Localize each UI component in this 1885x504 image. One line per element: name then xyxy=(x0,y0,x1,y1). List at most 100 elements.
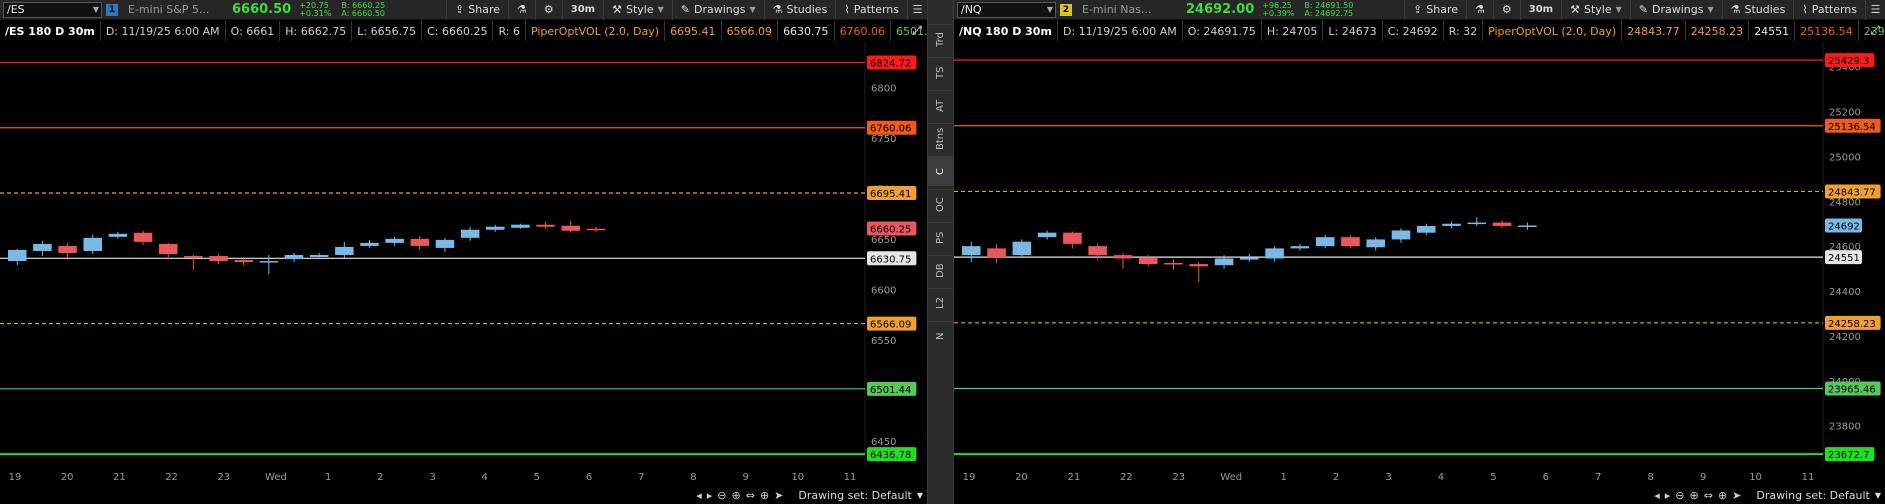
chevron-down-icon: ▼ xyxy=(92,5,99,14)
candle-body xyxy=(335,246,354,256)
level-label: 6695.41 xyxy=(870,189,911,200)
share-button[interactable]: ⇪ Share xyxy=(1404,0,1466,20)
level-label: 25136.54 xyxy=(1828,122,1876,133)
candle-body xyxy=(1290,246,1310,249)
zoom-in-icon[interactable]: ⊕ xyxy=(1690,489,1699,502)
side-tab-at[interactable]: AT xyxy=(928,90,953,120)
drawing-set-label[interactable]: Drawing set: Default xyxy=(798,489,911,502)
side-tab-oc[interactable]: OC xyxy=(928,189,953,219)
style-button-label: Style xyxy=(625,3,654,16)
scroll-right-icon[interactable]: ▸ xyxy=(707,489,713,502)
pan-icon[interactable]: ⇔ xyxy=(1704,489,1713,502)
time-tick-label: 10 xyxy=(791,472,804,483)
style-button[interactable]: ⚒ Style ▼ xyxy=(1561,0,1630,20)
drawings-button-label: Drawings xyxy=(1651,3,1704,16)
bar-open: O: 24691.75 xyxy=(1183,21,1262,41)
bar-date: D: 11/19/25 6:00 AM xyxy=(1058,21,1183,41)
cursor-icon[interactable]: ➤ xyxy=(774,489,783,502)
instrument-description: E-mini Nas... xyxy=(1082,3,1152,16)
interval-button[interactable]: 30m xyxy=(1519,0,1561,20)
toolbar: /ES ▼ 1 E-mini S&P 5... 6660.50 +20.75 +0.31% B… xyxy=(0,0,927,20)
beaker-button[interactable]: ⚗ xyxy=(508,0,535,20)
drawings-button[interactable]: ✎ Drawings ▼ xyxy=(671,0,764,20)
patterns-button[interactable]: ⌇ Patterns xyxy=(835,0,907,20)
drawing-set-label[interactable]: Drawing set: Default xyxy=(1756,489,1869,502)
side-tab-db[interactable]: DB xyxy=(928,255,953,285)
candle-body xyxy=(133,232,153,242)
menu-icon[interactable]: ☰ xyxy=(1865,0,1885,20)
flask-icon: ⚗ xyxy=(772,3,783,16)
settings-button[interactable]: ⚙ xyxy=(1492,0,1520,20)
symbol-selector[interactable]: /NQ ▼ xyxy=(957,1,1056,18)
candle-body xyxy=(184,256,203,258)
settings-button[interactable]: ⚙ xyxy=(534,0,562,20)
candle-body xyxy=(1037,232,1057,238)
flask-icon: ⚗ xyxy=(1730,3,1741,16)
level-label: 24258.23 xyxy=(1828,319,1876,330)
candle-body xyxy=(158,243,178,254)
cursor-icon[interactable]: ➤ xyxy=(1732,489,1741,502)
patterns-button[interactable]: ⌇ Patterns xyxy=(1793,0,1865,20)
scroll-right-icon[interactable]: ▸ xyxy=(1665,489,1671,502)
menu-icon[interactable]: ☰ xyxy=(907,0,927,20)
scroll-left-icon[interactable]: ◂ xyxy=(696,489,702,502)
zoom-in-icon[interactable]: ⊕ xyxy=(732,489,741,502)
bid-ask: B: 24691.50 A: 24692.75 xyxy=(1304,1,1353,18)
crosshair-icon[interactable]: ⊕ xyxy=(760,489,769,502)
chevron-down-icon[interactable]: ▼ xyxy=(917,491,923,500)
app-root: /ES ▼ 1 E-mini S&P 5... 6660.50 +20.75 +0.31% B… xyxy=(0,0,1885,504)
chart-header: /ES 180 D 30m D: 11/19/25 6:00 AM O: 6661 H… xyxy=(0,21,948,41)
share-button-label: Share xyxy=(468,3,500,16)
candle-body xyxy=(360,242,379,246)
chevron-down-icon: ▼ xyxy=(1707,5,1714,14)
scroll-left-icon[interactable]: ◂ xyxy=(1654,489,1660,502)
side-tab-l2[interactable]: L2 xyxy=(928,288,953,318)
side-tab-ps[interactable]: PS xyxy=(928,222,953,252)
side-tab-btns[interactable]: Btns xyxy=(928,123,953,153)
link-group-badge[interactable]: 1 xyxy=(106,3,118,16)
interval-button[interactable]: 30m xyxy=(561,0,603,20)
level-label: 6824.72 xyxy=(870,58,911,69)
side-tab-c[interactable]: C xyxy=(928,156,953,186)
beaker-button[interactable]: ⚗ xyxy=(1466,0,1493,20)
candle-body xyxy=(1012,241,1032,256)
price-tick-label: 25000 xyxy=(1829,152,1861,163)
study-value: 24551 xyxy=(1749,21,1796,41)
zoom-out-icon[interactable]: ⊖ xyxy=(717,489,726,502)
candle-body xyxy=(1240,257,1259,260)
pan-icon[interactable]: ⇔ xyxy=(746,489,755,502)
price-chart[interactable]: 2540025200250002480024600244002420024000… xyxy=(954,42,1885,486)
price-tick-label: 23800 xyxy=(1829,422,1861,433)
studies-button[interactable]: ⚗ Studies xyxy=(1721,0,1794,20)
candle-body xyxy=(1164,262,1183,265)
net-change: +96.25 +0.39% xyxy=(1262,1,1294,18)
share-icon: ⇪ xyxy=(455,3,465,16)
time-tick-label: 23 xyxy=(217,472,230,483)
style-button[interactable]: ⚒ Style ▼ xyxy=(603,0,672,20)
price-chart[interactable]: 680067506700665066006550650064506824.726… xyxy=(0,42,927,486)
candle-body xyxy=(1113,255,1133,259)
study-value: 25136.54 xyxy=(1795,21,1859,41)
chevron-down-icon: ▼ xyxy=(749,5,756,14)
drawings-button[interactable]: ✎ Drawings ▼ xyxy=(1629,0,1722,20)
side-tab-n[interactable]: N xyxy=(928,321,953,351)
patterns-button-label: Patterns xyxy=(853,3,899,16)
link-group-badge[interactable]: 2 xyxy=(1060,3,1072,16)
side-tab-trd[interactable]: Trd xyxy=(928,24,953,54)
share-button[interactable]: ⇪ Share xyxy=(446,0,508,20)
zoom-out-icon[interactable]: ⊖ xyxy=(1675,489,1684,502)
symbol-selector[interactable]: /ES ▼ xyxy=(3,1,102,18)
crosshair-icon[interactable]: ⊕ xyxy=(1718,489,1727,502)
time-tick-label: 8 xyxy=(1648,472,1654,483)
studies-button[interactable]: ⚗ Studies xyxy=(763,0,836,20)
candle-body xyxy=(1189,264,1209,267)
gear-icon: ⚙ xyxy=(1501,3,1512,16)
chevron-down-icon[interactable]: ▼ xyxy=(1875,491,1881,500)
chart-expand-icon[interactable]: ⤢ xyxy=(909,22,925,38)
time-tick-label: 9 xyxy=(742,472,748,483)
study-value: 6566.09 xyxy=(722,21,779,41)
side-tab-ts[interactable]: TS xyxy=(928,57,953,87)
chart-expand-icon[interactable]: ⤢ xyxy=(1867,22,1883,38)
price-tick-label: 24800 xyxy=(1829,197,1861,208)
candle-body xyxy=(460,229,480,238)
